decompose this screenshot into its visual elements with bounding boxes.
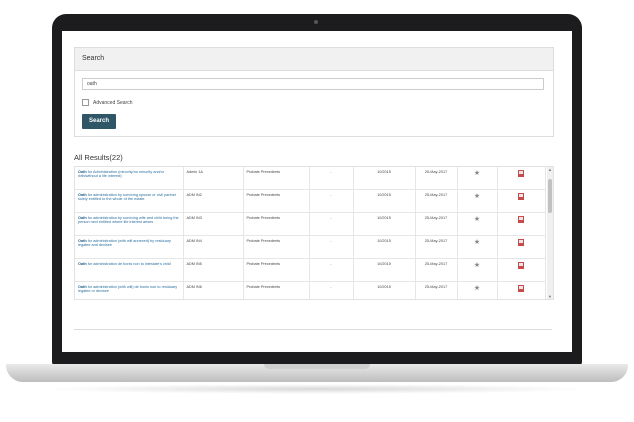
result-code: ADM IN3 <box>183 212 244 236</box>
result-title-cell[interactable]: Oath for Administration (minority/no min… <box>75 167 184 190</box>
results-scrollbar[interactable]: ▲ ▼ <box>547 167 553 299</box>
result-category: Probate Precedents <box>243 258 310 282</box>
table-row: Oath for administration de bonis non to … <box>75 258 546 282</box>
table-row: Oath for administration (with will) de b… <box>75 281 546 299</box>
pdf-icon[interactable] <box>518 262 524 269</box>
result-title-link[interactable]: Oath for Administration (minority/no min… <box>78 170 164 178</box>
laptop-notch <box>264 364 370 369</box>
scroll-thumb[interactable] <box>548 179 552 213</box>
result-date: 25-May-2017 <box>415 235 458 259</box>
pdf-cell <box>497 212 546 236</box>
browser-viewport: Search Advanced Search Search All Result… <box>62 31 572 352</box>
result-dash: - <box>309 281 354 299</box>
result-code: ADM IN6 <box>183 281 244 299</box>
pdf-cell <box>497 189 546 213</box>
result-title-cell[interactable]: Oath for administration de bonis non to … <box>75 258 184 282</box>
results-table: Oath for Administration (minority/no min… <box>74 166 554 300</box>
star-icon[interactable]: ★ <box>474 193 480 200</box>
star-icon[interactable]: ★ <box>474 262 480 269</box>
favorite-cell: ★ <box>457 235 498 259</box>
search-button[interactable]: Search <box>82 114 116 129</box>
result-dash: - <box>309 212 354 236</box>
favorite-cell: ★ <box>457 189 498 213</box>
result-ref: 10/2015 <box>353 235 416 259</box>
result-date: 25-May-2017 <box>415 189 458 213</box>
pdf-cell <box>497 281 546 299</box>
advanced-search-checkbox[interactable] <box>82 99 89 106</box>
result-ref: 10/2015 <box>353 189 416 213</box>
star-icon[interactable]: ★ <box>474 285 480 292</box>
result-ref: 10/2015 <box>353 212 416 236</box>
table-row: Oath for Administration (minority/no min… <box>75 167 546 190</box>
result-date: 25-May-2017 <box>415 212 458 236</box>
result-title-cell[interactable]: Oath for administration (with will) de b… <box>75 281 184 299</box>
result-title-cell[interactable]: Oath for administration by surviving spo… <box>75 189 184 213</box>
result-dash: - <box>309 167 354 190</box>
result-title-link[interactable]: Oath for administration by surviving spo… <box>78 193 176 201</box>
laptop-shadow <box>40 384 594 394</box>
pdf-icon[interactable] <box>518 216 524 223</box>
result-ref: 10/2015 <box>353 281 416 299</box>
result-date: 25-May-2017 <box>415 167 458 190</box>
result-category: Probate Precedents <box>243 167 310 190</box>
result-date: 25-May-2017 <box>415 258 458 282</box>
table-row: Oath for administration (with will annex… <box>75 235 546 259</box>
laptop-frame: Search Advanced Search Search All Result… <box>52 14 582 366</box>
advanced-search-label: Advanced Search <box>93 99 133 106</box>
advanced-search-row[interactable]: Advanced Search <box>82 99 132 106</box>
pdf-icon[interactable] <box>518 285 524 292</box>
favorite-cell: ★ <box>457 281 498 299</box>
result-code: ADM IN2 <box>183 189 244 213</box>
scroll-down-arrow-icon[interactable]: ▼ <box>548 294 552 299</box>
favorite-cell: ★ <box>457 258 498 282</box>
result-ref: 10/2015 <box>353 167 416 190</box>
result-code: ADM IN5 <box>183 258 244 282</box>
result-dash: - <box>309 258 354 282</box>
results-title: All Results(22) <box>74 153 123 162</box>
result-date: 25-May-2017 <box>415 281 458 299</box>
result-title-link[interactable]: Oath for administration by surviving wif… <box>78 216 179 224</box>
favorite-cell: ★ <box>457 212 498 236</box>
result-title-cell[interactable]: Oath for administration by surviving wif… <box>75 212 184 236</box>
favorite-cell: ★ <box>457 167 498 190</box>
result-category: Probate Precedents <box>243 235 310 259</box>
result-category: Probate Precedents <box>243 212 310 236</box>
result-category: Probate Precedents <box>243 189 310 213</box>
result-title-cell[interactable]: Oath for administration (with will annex… <box>75 235 184 259</box>
star-icon[interactable]: ★ <box>474 239 480 246</box>
pdf-icon[interactable] <box>518 170 524 177</box>
result-ref: 10/2015 <box>353 258 416 282</box>
star-icon[interactable]: ★ <box>474 216 480 223</box>
search-panel-title: Search <box>75 48 553 71</box>
result-category: Probate Precedents <box>243 281 310 299</box>
star-icon[interactable]: ★ <box>474 170 480 177</box>
pdf-icon[interactable] <box>518 193 524 200</box>
result-title-link[interactable]: Oath for administration (with will) de b… <box>78 285 177 293</box>
result-dash: - <box>309 189 354 213</box>
result-dash: - <box>309 235 354 259</box>
table-row: Oath for administration by surviving spo… <box>75 189 546 213</box>
camera-dot <box>314 20 318 24</box>
table-row: Oath for administration by surviving wif… <box>75 212 546 236</box>
result-title-link[interactable]: Oath for administration (with will annex… <box>78 239 171 247</box>
result-code: ADM IN4 <box>183 235 244 259</box>
divider <box>74 329 552 330</box>
search-input[interactable] <box>82 78 544 90</box>
pdf-icon[interactable] <box>518 239 524 246</box>
search-panel: Search Advanced Search Search <box>74 47 554 137</box>
pdf-cell <box>497 235 546 259</box>
pdf-cell <box>497 258 546 282</box>
scroll-up-arrow-icon[interactable]: ▲ <box>548 167 552 172</box>
pdf-cell <box>497 167 546 190</box>
result-title-link[interactable]: Oath for administration de bonis non to … <box>78 262 171 266</box>
result-code: Admin 1A <box>183 167 244 190</box>
